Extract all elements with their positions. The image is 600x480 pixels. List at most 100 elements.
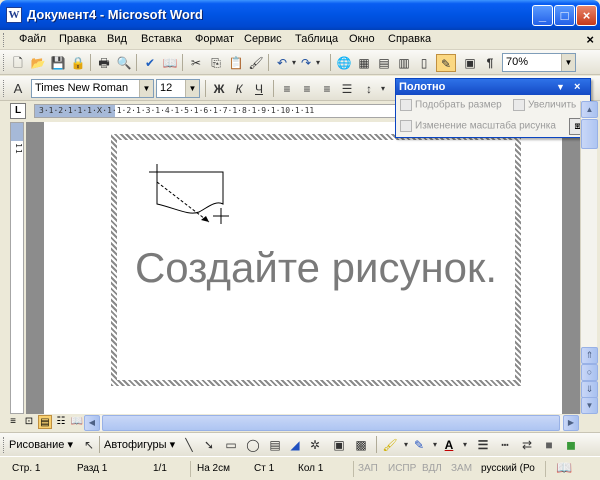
minimize-button[interactable]: _ xyxy=(532,5,553,26)
fit-drawing-button[interactable]: Подобрать размер xyxy=(400,99,502,111)
draw-menu-button[interactable]: Рисование ▾ xyxy=(9,438,73,451)
maximize-button[interactable]: □ xyxy=(554,5,575,26)
status-overtype[interactable]: ЗАМ xyxy=(451,463,472,474)
columns-icon[interactable]: ▯ xyxy=(415,54,433,72)
menu-file[interactable]: Файл xyxy=(19,33,46,45)
scroll-up-icon[interactable]: ▲ xyxy=(581,101,598,118)
dash-style-icon[interactable]: ┅ xyxy=(496,436,514,454)
title-bar[interactable]: W Документ4 - Microsoft Word _ □ × xyxy=(0,0,600,30)
oval-icon[interactable]: ◯ xyxy=(244,436,262,454)
text-box-icon[interactable]: ▤ xyxy=(266,436,284,454)
tables-borders-icon[interactable]: ▦ xyxy=(355,54,373,72)
status-column[interactable]: Кол 1 xyxy=(298,463,323,474)
next-page-icon[interactable]: ⇓ xyxy=(581,381,598,398)
toolbar-grip[interactable] xyxy=(3,80,6,97)
spelling-status-icon[interactable]: 📖 xyxy=(556,460,572,476)
font-color-dropdown-icon[interactable]: ▾ xyxy=(456,436,474,454)
toolbar-options-icon[interactable]: ▼ xyxy=(556,79,565,95)
horizontal-scroll-thumb[interactable] xyxy=(102,415,560,431)
paste-icon[interactable]: 📋 xyxy=(227,54,245,72)
arrow-icon[interactable]: ➘ xyxy=(200,436,218,454)
print-layout-icon[interactable]: ▤ xyxy=(38,415,52,429)
autoshapes-menu-button[interactable]: Автофигуры ▾ xyxy=(104,438,175,451)
toolbar-grip[interactable] xyxy=(3,437,6,453)
italic-button[interactable]: К xyxy=(230,80,248,98)
menu-format[interactable]: Формат xyxy=(195,33,234,45)
redo-dropdown-icon[interactable]: ▾ xyxy=(309,54,327,72)
new-document-icon[interactable]: 🗋 xyxy=(9,54,27,72)
menu-help[interactable]: Справка xyxy=(388,33,431,45)
3d-style-icon[interactable]: ◼ xyxy=(562,436,580,454)
tab-selector[interactable]: L xyxy=(10,103,26,119)
menu-tools[interactable]: Сервис xyxy=(244,33,282,45)
document-map-icon[interactable]: ▣ xyxy=(461,54,479,72)
open-folder-icon[interactable]: 📂 xyxy=(29,54,47,72)
web-layout-icon[interactable]: ⊡ xyxy=(22,415,36,429)
rectangle-icon[interactable]: ▭ xyxy=(222,436,240,454)
picture-icon[interactable]: ▩ xyxy=(352,436,370,454)
line-style-icon[interactable]: ☰ xyxy=(474,436,492,454)
line-spacing-dropdown-icon[interactable]: ▾ xyxy=(374,80,392,98)
scale-drawing-button[interactable]: Изменение масштаба рисунка xyxy=(400,120,556,132)
toolbar-grip[interactable] xyxy=(3,54,6,71)
align-left-icon[interactable]: ≡ xyxy=(278,80,296,98)
hyperlink-icon[interactable]: 🌐 xyxy=(335,54,353,72)
status-page[interactable]: Стр. 1 xyxy=(12,463,40,474)
word-app-icon[interactable]: W xyxy=(6,7,22,23)
save-icon[interactable]: 💾 xyxy=(49,54,67,72)
menu-edit[interactable]: Правка xyxy=(59,33,96,45)
chevron-down-icon[interactable]: ▼ xyxy=(561,54,575,71)
normal-view-icon[interactable]: ≡ xyxy=(6,415,20,429)
print-preview-icon[interactable]: 🔍 xyxy=(115,54,133,72)
menu-window[interactable]: Окно xyxy=(349,33,375,45)
select-objects-icon[interactable]: ↖ xyxy=(80,436,98,454)
horizontal-scrollbar[interactable]: ◀ ▶ xyxy=(84,415,579,431)
chevron-down-icon[interactable]: ▼ xyxy=(185,80,199,97)
justify-icon[interactable]: ☰ xyxy=(338,80,356,98)
insert-table-icon[interactable]: ▤ xyxy=(375,54,393,72)
vertical-scroll-thumb[interactable] xyxy=(581,119,598,149)
vertical-scrollbar[interactable]: ▲ ⇑ ○ ⇓ ▼ xyxy=(580,101,598,414)
prev-page-icon[interactable]: ⇑ xyxy=(581,347,598,364)
status-record[interactable]: ЗАП xyxy=(358,463,378,474)
print-icon[interactable]: 🖶 xyxy=(95,54,113,72)
show-formatting-icon[interactable]: ¶ xyxy=(481,54,499,72)
font-size-select[interactable]: 12 ▼ xyxy=(156,79,200,98)
research-icon[interactable]: 📖 xyxy=(161,54,179,72)
menu-grip[interactable] xyxy=(3,33,6,47)
bold-button[interactable]: Ж xyxy=(210,80,228,98)
align-center-icon[interactable]: ≡ xyxy=(298,80,316,98)
status-extend[interactable]: ВДЛ xyxy=(422,463,442,474)
arrow-style-icon[interactable]: ⇄ xyxy=(518,436,536,454)
close-icon[interactable]: × xyxy=(574,79,580,95)
drawing-toggle-icon[interactable]: ✎ xyxy=(436,54,456,72)
chevron-down-icon[interactable]: ▼ xyxy=(139,80,153,97)
scroll-down-icon[interactable]: ▼ xyxy=(581,397,598,414)
menu-table[interactable]: Таблица xyxy=(295,33,338,45)
font-select[interactable]: Times New Roman ▼ xyxy=(31,79,154,98)
format-painter-icon[interactable]: 🖌 xyxy=(247,54,265,72)
insert-excel-icon[interactable]: ▥ xyxy=(395,54,413,72)
scroll-left-icon[interactable]: ◀ xyxy=(84,415,100,431)
close-button[interactable]: × xyxy=(576,5,597,26)
permission-icon[interactable]: 🔒 xyxy=(69,54,87,72)
wordart-icon[interactable]: ◢ xyxy=(286,436,304,454)
underline-button[interactable]: Ч xyxy=(250,80,268,98)
status-language[interactable]: русский (Ро xyxy=(481,463,535,474)
cut-icon[interactable]: ✂ xyxy=(187,54,205,72)
vertical-ruler[interactable]: 1 · 1 · 2 · 3 · 4 · 5 · 6 · 7 · 8 · 9 · … xyxy=(10,122,24,414)
status-position[interactable]: На 2см xyxy=(197,463,230,474)
shadow-style-icon[interactable]: ■ xyxy=(540,436,558,454)
scroll-right-icon[interactable]: ▶ xyxy=(563,415,579,431)
line-icon[interactable]: ╲ xyxy=(180,436,198,454)
close-document-icon[interactable]: × xyxy=(586,32,594,47)
status-line[interactable]: Ст 1 xyxy=(254,463,274,474)
outline-view-icon[interactable]: ☷ xyxy=(54,415,68,429)
status-section[interactable]: Разд 1 xyxy=(77,463,107,474)
styles-icon[interactable]: A xyxy=(9,80,27,98)
align-right-icon[interactable]: ≡ xyxy=(318,80,336,98)
reading-layout-icon[interactable]: 📖 xyxy=(70,415,84,429)
spelling-icon[interactable]: ✔ xyxy=(141,54,159,72)
menu-insert[interactable]: Вставка xyxy=(141,33,182,45)
status-pages[interactable]: 1/1 xyxy=(153,463,167,474)
